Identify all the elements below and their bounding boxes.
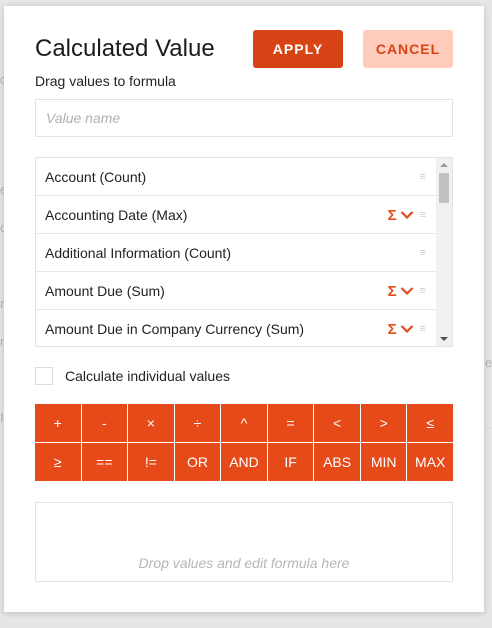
field-rows: Account (Count) ≡ Accounting Date (Max) Σ ≡ A… (36, 158, 452, 346)
operator-button[interactable]: ≥ (35, 443, 81, 481)
operator-button[interactable]: < (314, 404, 360, 442)
operator-button[interactable]: + (35, 404, 81, 442)
operator-button[interactable]: = (267, 404, 314, 442)
operator-button[interactable]: ABS (314, 443, 360, 481)
operator-button[interactable]: > (360, 404, 407, 442)
drag-handle-icon[interactable]: ≡ (420, 285, 426, 297)
operator-button[interactable]: × (128, 404, 174, 442)
operator-button[interactable]: - (81, 404, 128, 442)
field-actions: Σ ≡ (388, 272, 426, 310)
operator-button[interactable]: IF (267, 443, 314, 481)
sigma-icon[interactable]: Σ (388, 321, 397, 338)
field-label: Amount Due (Sum) (45, 282, 165, 299)
formula-placeholder: Drop values and edit formula here (138, 555, 350, 571)
dialog-title: Calculated Value (35, 35, 215, 62)
chevron-down-icon[interactable] (400, 324, 414, 334)
operator-button[interactable]: AND (221, 443, 267, 481)
field-actions: ≡ (417, 158, 426, 196)
operator-button[interactable]: MIN (360, 443, 407, 481)
field-list-scrollbar[interactable] (436, 158, 452, 346)
operator-grid: + - × ÷ ^ = < > ≤ ≥ == != OR AND IF ABS MIN MAX (35, 404, 453, 481)
calculate-individual-checkbox[interactable] (35, 367, 53, 385)
formula-editor[interactable]: Drop values and edit formula here (35, 502, 453, 582)
cancel-button[interactable]: CANCEL (363, 30, 453, 68)
drag-handle-icon[interactable]: ≡ (420, 209, 426, 221)
field-label: Accounting Date (Max) (45, 206, 188, 223)
operator-button[interactable]: OR (174, 443, 221, 481)
operator-button[interactable]: == (81, 443, 128, 481)
operator-button[interactable]: MAX (407, 443, 453, 481)
background-divider (484, 428, 492, 429)
field-list-item[interactable]: Accounting Date (Max) Σ ≡ (36, 196, 438, 234)
field-list-item[interactable]: Amount Due (Sum) Σ ≡ (36, 272, 438, 310)
chevron-down-icon[interactable] (400, 210, 414, 220)
drag-handle-icon[interactable]: ≡ (420, 171, 426, 183)
background-text: e (485, 355, 492, 370)
calculate-individual-toggle[interactable]: Calculate individual values (35, 367, 230, 385)
operator-button[interactable]: != (128, 443, 174, 481)
calculated-value-dialog: Calculated Value Drag values to formula … (4, 6, 484, 612)
value-name-input[interactable] (35, 99, 453, 137)
sigma-icon[interactable]: Σ (388, 207, 397, 224)
drag-handle-icon[interactable]: ≡ (420, 247, 426, 259)
operator-button[interactable]: ÷ (174, 404, 221, 442)
field-list-item[interactable]: Account (Count) ≡ (36, 158, 438, 196)
chevron-down-icon[interactable] (400, 286, 414, 296)
field-label: Amount Due in Company Currency (Sum) (45, 320, 305, 337)
field-list-item[interactable]: Amount Due in Company Currency (Sum) Σ ≡ (36, 310, 438, 346)
scroll-up-arrow-icon[interactable] (440, 163, 448, 167)
field-actions: Σ ≡ (388, 310, 426, 346)
operator-button[interactable]: ^ (221, 404, 267, 442)
operator-button[interactable]: ≤ (407, 404, 453, 442)
field-label: Additional Information (Count) (45, 244, 231, 261)
field-actions: ≡ (417, 234, 426, 272)
field-list-item[interactable]: Additional Information (Count) ≡ (36, 234, 438, 272)
apply-button[interactable]: APPLY (253, 30, 343, 68)
drag-handle-icon[interactable]: ≡ (420, 323, 426, 335)
scroll-thumb[interactable] (439, 173, 449, 203)
dialog-subtitle: Drag values to formula (35, 73, 176, 89)
calculate-individual-label: Calculate individual values (65, 368, 230, 384)
field-label: Account (Count) (45, 168, 147, 185)
field-actions: Σ ≡ (388, 196, 426, 234)
scroll-down-arrow-icon[interactable] (440, 337, 448, 341)
field-list[interactable]: Account (Count) ≡ Accounting Date (Max) Σ ≡ A… (35, 157, 453, 347)
sigma-icon[interactable]: Σ (388, 283, 397, 300)
